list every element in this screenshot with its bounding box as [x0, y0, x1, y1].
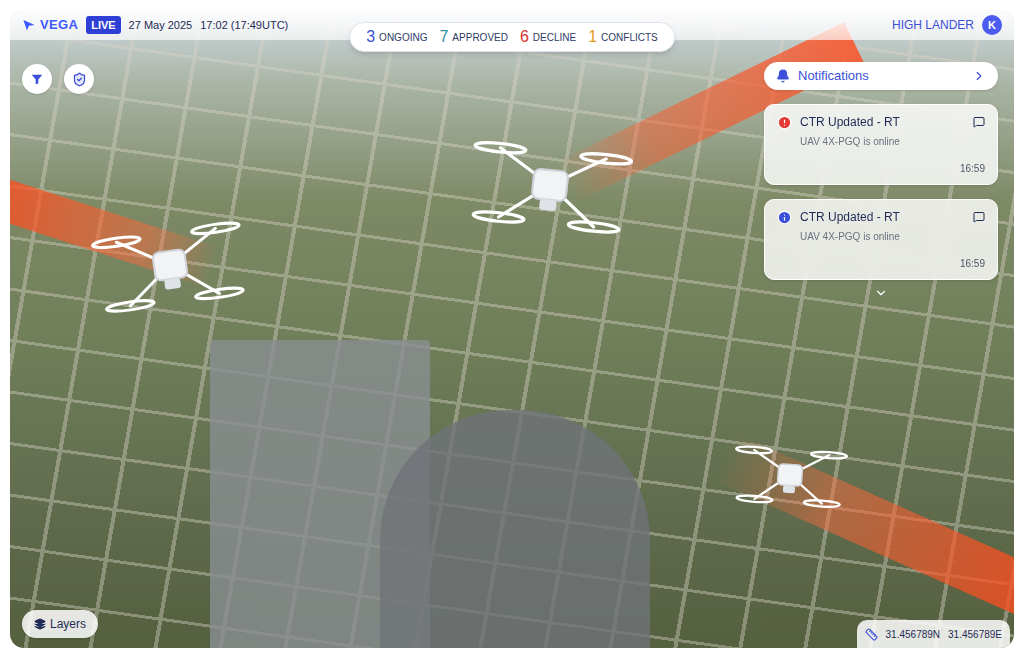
notification-message: UAV 4X-PGQ is online: [777, 134, 985, 149]
date: 27 May 2025: [129, 17, 193, 34]
stat-item[interactable]: 3ONGOING: [366, 25, 427, 49]
message-icon: [973, 211, 985, 223]
map-view: VEGA LIVE 27 May 2025 17:02 (17:49UTC) HIGH …: [10, 10, 1014, 648]
notification-card[interactable]: CTR Updated - RT UAV 4X-PGQ is online 16:5…: [764, 104, 998, 185]
drone-icon[interactable]: [459, 111, 642, 258]
bell-icon: [776, 69, 790, 83]
notification-time: 16:59: [960, 153, 985, 176]
app: VEGA LIVE 27 May 2025 17:02 (17:49UTC) HIGH …: [0, 0, 1024, 658]
notifications-panel: Notifications CTR Updated - RT UAV 4X-PGQ …: [764, 62, 998, 300]
coordinates: 31.456789N31.456789E: [857, 620, 1010, 648]
logo-icon: [22, 18, 36, 32]
notification-message: UAV 4X-PGQ is online: [777, 229, 985, 244]
notification-card[interactable]: CTR Updated - RT UAV 4X-PGQ is online 16:5…: [764, 199, 998, 280]
time: 17:02 (17:49UTC): [200, 17, 288, 34]
drone-icon[interactable]: [722, 426, 858, 525]
layers-icon: [34, 618, 46, 630]
avatar[interactable]: K: [982, 15, 1002, 35]
info-icon: [777, 210, 792, 225]
message-icon: [973, 116, 985, 128]
overlay: VEGA LIVE 27 May 2025 17:02 (17:49UTC) HIGH …: [10, 10, 1014, 648]
user-name[interactable]: HIGH LANDER: [892, 16, 974, 34]
dome-building: [380, 410, 650, 648]
stat-item[interactable]: 1CONFLICTS: [588, 25, 658, 49]
notification-time: 16:59: [960, 248, 985, 271]
stat-item[interactable]: 6DECLINE: [520, 25, 576, 49]
notification-title: CTR Updated - RT: [800, 208, 965, 226]
filter-button[interactable]: [22, 64, 52, 94]
layers-button[interactable]: Layers: [22, 610, 98, 638]
notifications-button[interactable]: Notifications: [764, 62, 998, 90]
logo[interactable]: VEGA: [22, 15, 78, 35]
shield-check-icon: [72, 72, 87, 87]
chevron-down-icon[interactable]: [874, 286, 888, 300]
ruler-icon[interactable]: [865, 628, 878, 641]
funnel-icon: [30, 72, 44, 86]
notification-title: CTR Updated - RT: [800, 113, 965, 131]
stats-pill: 3ONGOING 7APPROVED 6DECLINE 1CONFLICTS: [349, 22, 675, 52]
shield-button[interactable]: [64, 64, 94, 94]
chevron-right-icon: [972, 69, 986, 83]
drone-icon[interactable]: [82, 194, 257, 335]
stat-item[interactable]: 7APPROVED: [439, 25, 507, 49]
live-badge: LIVE: [86, 16, 120, 35]
alert-icon: [777, 115, 792, 130]
